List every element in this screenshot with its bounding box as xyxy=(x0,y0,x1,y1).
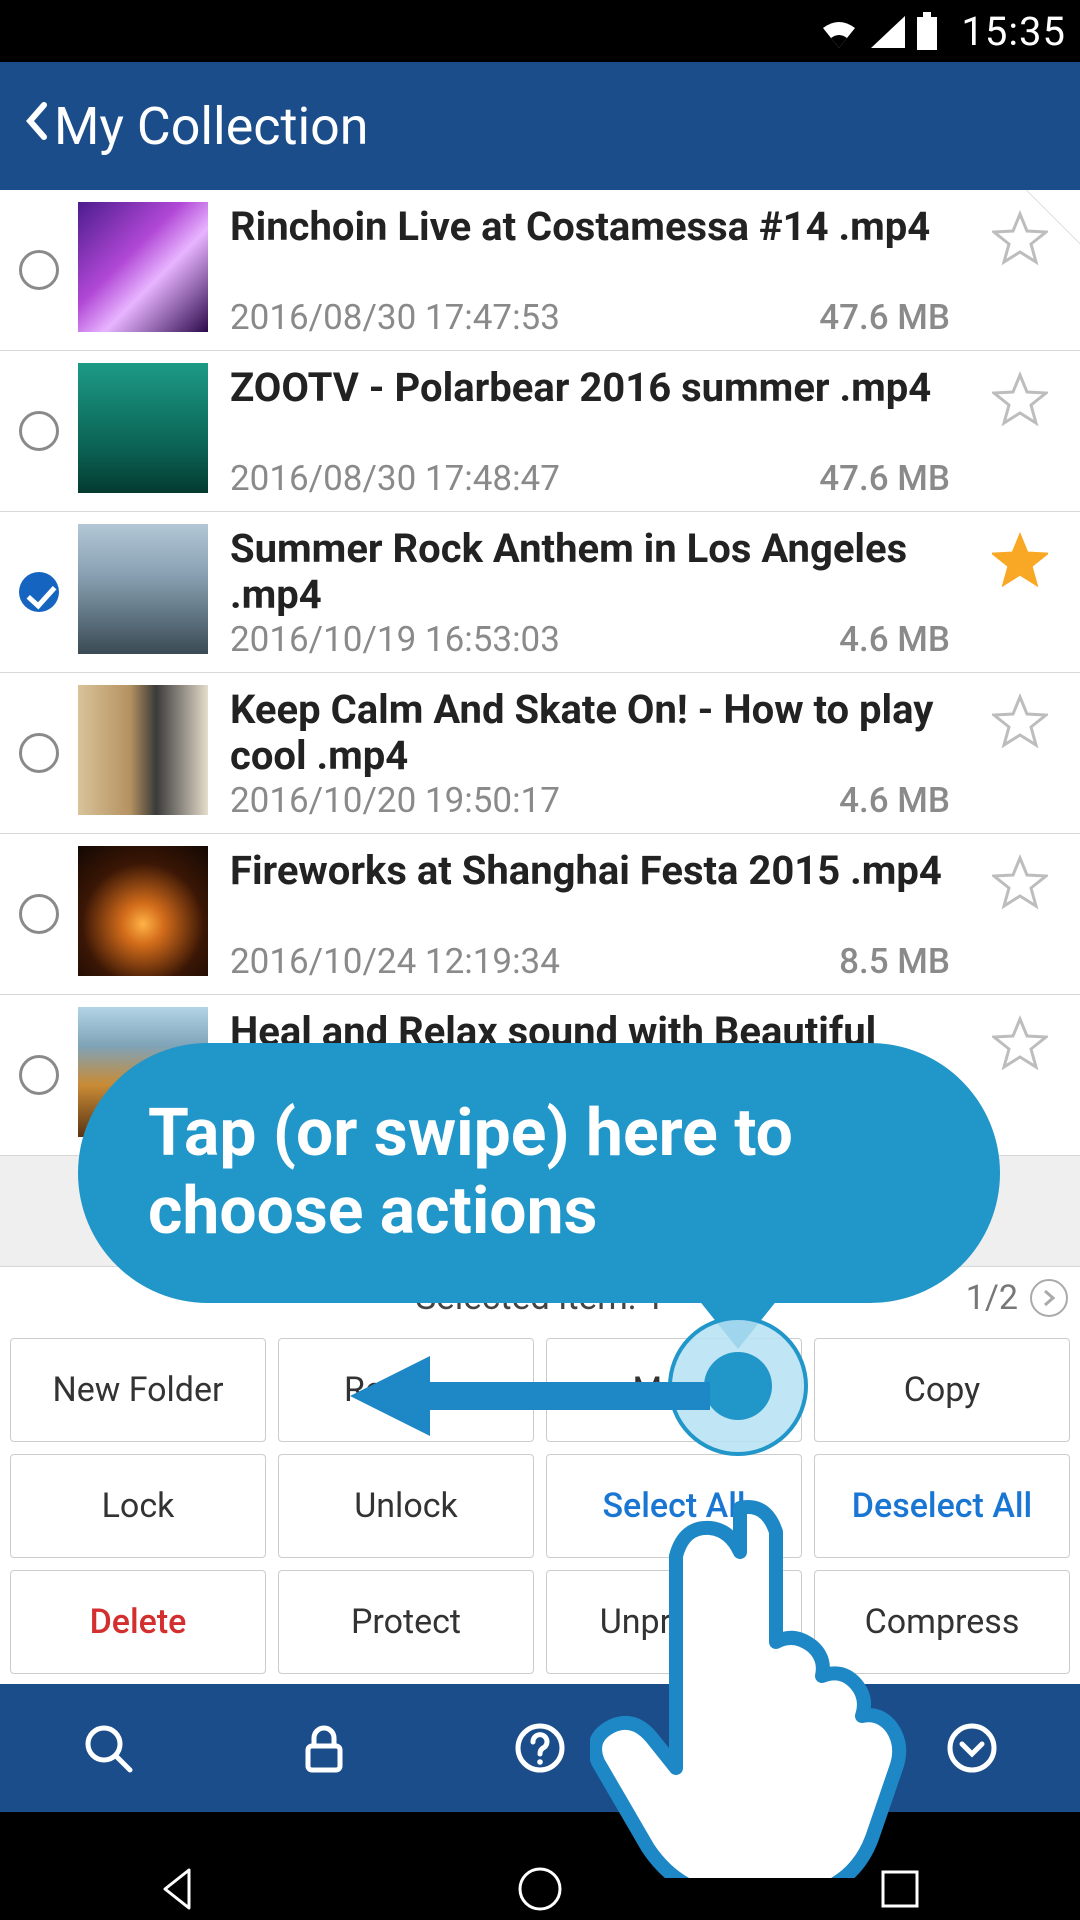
lock-button[interactable] xyxy=(216,1684,432,1812)
status-icons xyxy=(819,12,939,50)
nav-recent[interactable] xyxy=(785,1844,1015,1920)
file-row[interactable]: Summer Rock Anthem in Los Angeles .mp420… xyxy=(0,512,1080,673)
action-new-folder[interactable]: New Folder xyxy=(10,1338,266,1442)
file-name: ZOOTV - Polarbear 2016 summer .mp4 xyxy=(230,365,950,411)
help-button[interactable] xyxy=(432,1684,648,1812)
file-size: 47.6 MB xyxy=(819,458,950,499)
select-checkbox[interactable] xyxy=(19,411,59,451)
status-time: 15:35 xyxy=(961,8,1066,55)
star-icon[interactable] xyxy=(992,371,1048,427)
file-thumbnail xyxy=(78,685,208,815)
search-icon xyxy=(80,1720,136,1776)
file-name: Keep Calm And Skate On! - How to play co… xyxy=(230,687,950,779)
coach-tooltip-text: Tap (or swipe) here to choose actions xyxy=(148,1095,930,1251)
back-icon[interactable] xyxy=(24,101,48,151)
next-actions-page-icon[interactable] xyxy=(1030,1279,1068,1317)
statusbar: 15:35 xyxy=(0,0,1080,62)
sort-icon xyxy=(728,1720,784,1776)
file-date: 2016/08/30 17:47:53 xyxy=(230,297,560,338)
sort-button[interactable] xyxy=(648,1684,864,1812)
file-name: Summer Rock Anthem in Los Angeles .mp4 xyxy=(230,526,950,618)
action-grid: New FolderRenameMoveCopy LockUnlockSelect… xyxy=(0,1328,1080,1684)
file-thumbnail xyxy=(78,524,208,654)
android-navbar xyxy=(0,1812,1080,1920)
action-copy[interactable]: Copy xyxy=(814,1338,1070,1442)
nav-back[interactable] xyxy=(65,1844,295,1920)
file-size: 47.6 MB xyxy=(819,297,950,338)
action-protect[interactable]: Protect xyxy=(278,1570,534,1674)
collapse-button[interactable] xyxy=(864,1684,1080,1812)
action-select-all[interactable]: Select All xyxy=(546,1454,802,1558)
action-page-indicator: 1/2 xyxy=(966,1278,1018,1318)
action-deselect-all[interactable]: Deselect All xyxy=(814,1454,1070,1558)
bottom-toolbar xyxy=(0,1684,1080,1812)
file-thumbnail xyxy=(78,363,208,493)
file-name: Fireworks at Shanghai Festa 2015 .mp4 xyxy=(230,848,950,894)
action-rename[interactable]: Rename xyxy=(278,1338,534,1442)
file-row[interactable]: Keep Calm And Skate On! - How to play co… xyxy=(0,673,1080,834)
chevron-down-circle-icon xyxy=(944,1720,1000,1776)
file-date: 2016/08/30 17:48:47 xyxy=(230,458,560,499)
file-row[interactable]: ZOOTV - Polarbear 2016 summer .mp4 2016/0… xyxy=(0,351,1080,512)
file-size: 8.5 MB xyxy=(839,941,950,982)
star-icon[interactable] xyxy=(992,1015,1048,1071)
star-icon[interactable] xyxy=(992,210,1048,266)
action-lock[interactable]: Lock xyxy=(10,1454,266,1558)
file-date: 2016/10/19 16:53:03 xyxy=(230,619,560,660)
action-compress[interactable]: Compress xyxy=(814,1570,1070,1674)
file-row[interactable]: Rinchoin Live at Costamessa #14 .mp4 2016… xyxy=(0,190,1080,351)
help-icon xyxy=(512,1720,568,1776)
action-delete[interactable]: Delete xyxy=(10,1570,266,1674)
nav-home[interactable] xyxy=(425,1844,655,1920)
coach-tooltip: Tap (or swipe) here to choose actions xyxy=(78,1043,1000,1303)
select-checkbox[interactable] xyxy=(19,572,59,612)
appbar: My Collection xyxy=(0,62,1080,190)
signal-icon xyxy=(869,14,905,48)
action-unprotect[interactable]: Unprotect xyxy=(546,1570,802,1674)
action-move[interactable]: Move xyxy=(546,1338,802,1442)
file-list: Rinchoin Live at Costamessa #14 .mp4 2016… xyxy=(0,190,1080,1156)
search-button[interactable] xyxy=(0,1684,216,1812)
lock-icon xyxy=(296,1720,352,1776)
file-name: Rinchoin Live at Costamessa #14 .mp4 xyxy=(230,204,950,250)
file-size: 4.6 MB xyxy=(839,780,950,821)
file-row[interactable]: Fireworks at Shanghai Festa 2015 .mp4 201… xyxy=(0,834,1080,995)
star-icon[interactable] xyxy=(992,532,1048,588)
select-checkbox[interactable] xyxy=(19,1055,59,1095)
file-date: 2016/10/20 19:50:17 xyxy=(230,780,560,821)
select-checkbox[interactable] xyxy=(19,733,59,773)
star-icon[interactable] xyxy=(992,693,1048,749)
battery-icon xyxy=(915,12,939,50)
wifi-icon xyxy=(819,14,859,48)
file-size: 4.6 MB xyxy=(839,619,950,660)
file-date: 2016/10/24 12:19:34 xyxy=(230,941,560,982)
action-unlock[interactable]: Unlock xyxy=(278,1454,534,1558)
select-checkbox[interactable] xyxy=(19,894,59,934)
file-thumbnail xyxy=(78,846,208,976)
file-thumbnail xyxy=(78,202,208,332)
page-title: My Collection xyxy=(54,96,369,157)
star-icon[interactable] xyxy=(992,854,1048,910)
select-checkbox[interactable] xyxy=(19,250,59,290)
